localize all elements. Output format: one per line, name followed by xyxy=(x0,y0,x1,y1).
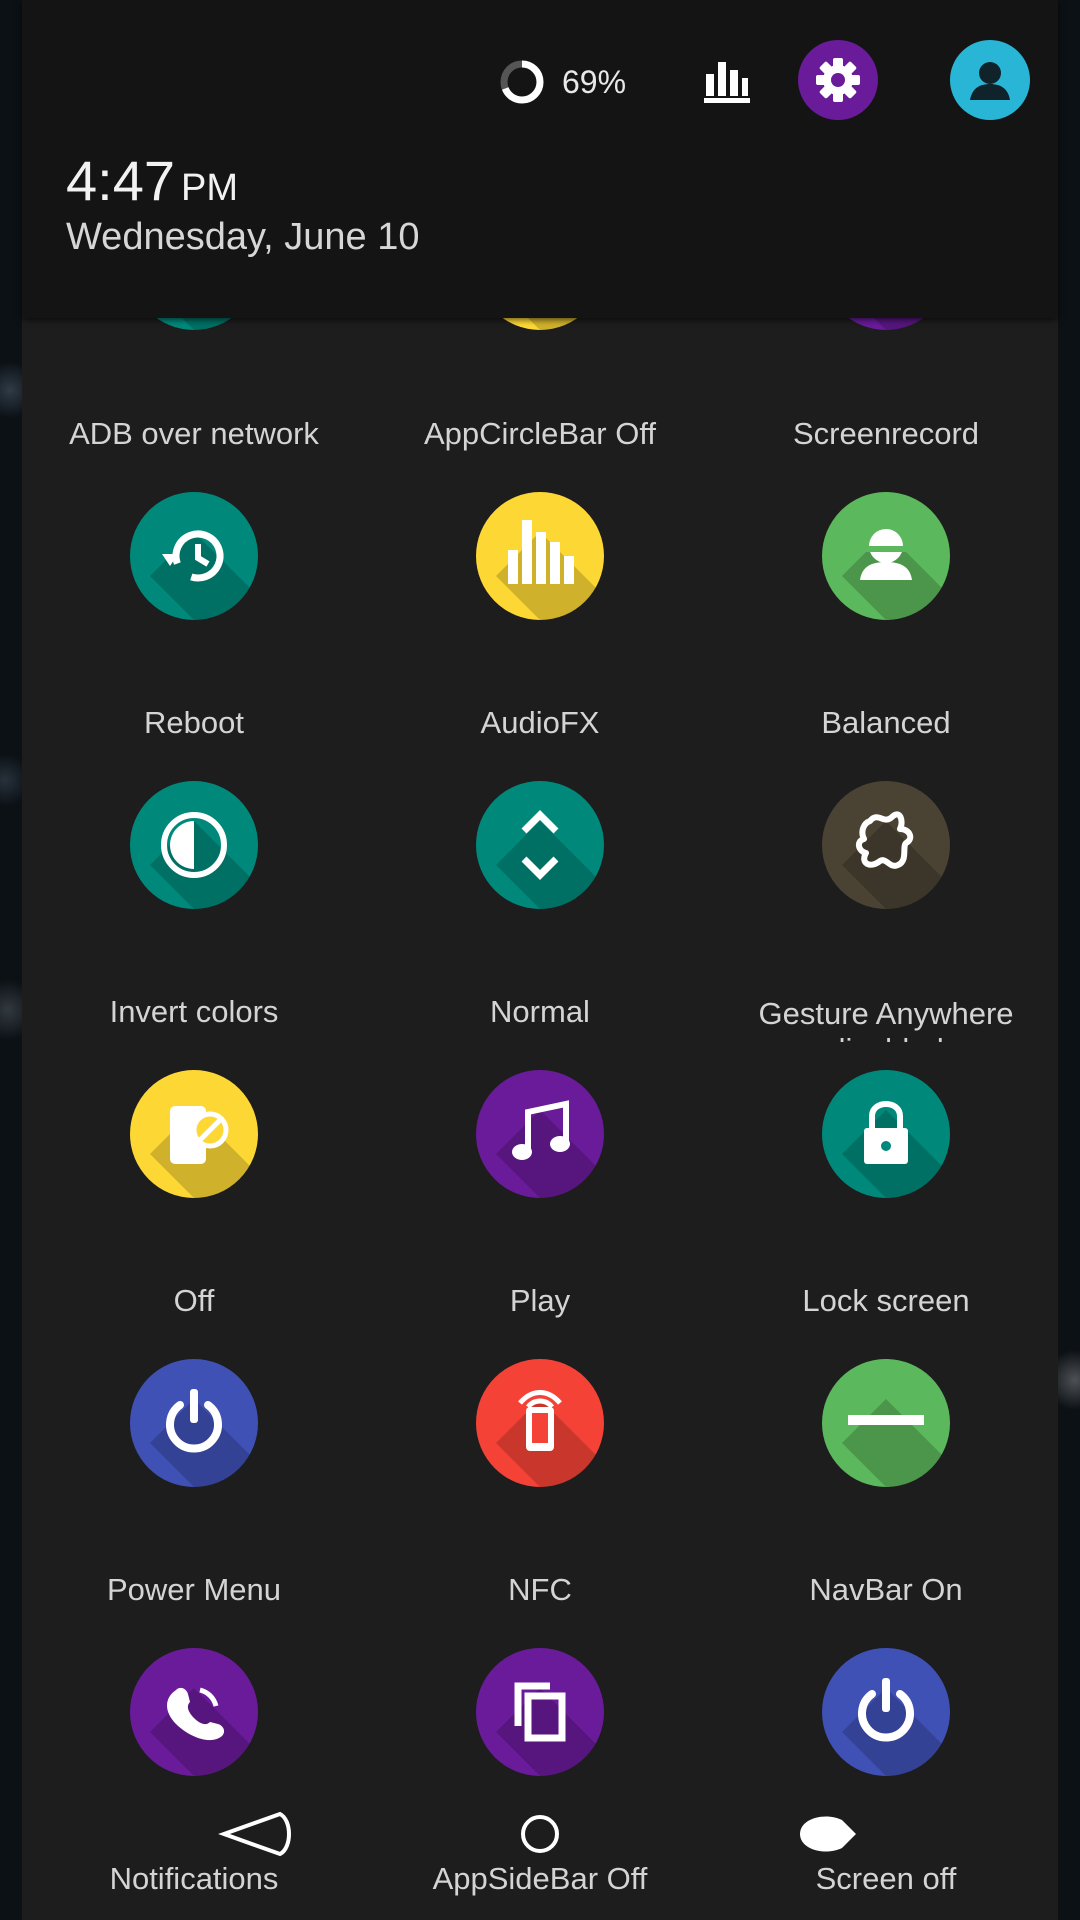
user-button[interactable] xyxy=(950,40,1030,120)
phone-icon xyxy=(167,1687,225,1741)
navbar-icon xyxy=(848,1415,924,1425)
tile-label: Power Menu xyxy=(106,1572,282,1607)
tile-label: AudioFX xyxy=(480,705,600,740)
stats-icon xyxy=(704,62,750,103)
lock-icon xyxy=(864,1101,908,1164)
tile-button[interactable] xyxy=(476,492,604,620)
tile-button[interactable] xyxy=(476,1070,604,1198)
tile-label: Invert colors xyxy=(109,994,279,1029)
stats-button[interactable] xyxy=(686,40,766,120)
date-label[interactable]: Wednesday, June 10 xyxy=(66,216,420,259)
nfc-icon xyxy=(518,1390,562,1451)
tile-button[interactable] xyxy=(822,1648,950,1776)
tile-label: Play xyxy=(509,1283,571,1318)
power-icon xyxy=(166,1389,222,1453)
clock[interactable]: 4:47 PM xyxy=(66,148,238,213)
tile-button[interactable] xyxy=(476,1648,604,1776)
tile-label: Lock screen xyxy=(802,1283,970,1318)
power-icon xyxy=(858,1678,914,1742)
equalizer-icon xyxy=(508,520,574,584)
expand-icon xyxy=(521,810,559,880)
invert-colors-icon xyxy=(161,812,227,878)
settings-icon xyxy=(816,58,860,102)
tile-label: ADB over network xyxy=(69,416,319,451)
clock-time: 4:47 xyxy=(66,149,175,212)
tile-label: Off xyxy=(173,1283,215,1318)
tile-button[interactable] xyxy=(130,1648,258,1776)
tile-button[interactable] xyxy=(130,1359,258,1487)
tile-label: AppCircleBar Off xyxy=(423,416,656,451)
copy-icon xyxy=(514,1682,566,1742)
battery-ring-icon xyxy=(500,60,544,104)
tile-label: Screenrecord xyxy=(792,416,980,451)
tile-button[interactable] xyxy=(822,492,950,620)
tile-button[interactable] xyxy=(130,781,258,909)
back-icon[interactable] xyxy=(218,1811,291,1857)
clock-ampm: PM xyxy=(181,167,238,209)
user-icon xyxy=(970,62,1010,100)
reboot-icon xyxy=(162,530,224,582)
tile-button[interactable] xyxy=(822,1359,950,1487)
tile-button[interactable] xyxy=(822,781,950,909)
profile-icon xyxy=(860,529,912,580)
tile-button[interactable] xyxy=(476,1359,604,1487)
tile-label: Normal xyxy=(490,994,590,1029)
navigation-bar xyxy=(218,1811,856,1857)
music-note-icon xyxy=(512,1100,570,1160)
tile-label: Gesture Anywhere disabled xyxy=(758,996,1014,1042)
tile-label: NFC xyxy=(508,1572,572,1607)
home-icon[interactable] xyxy=(521,1815,559,1853)
tile-label: NavBar On xyxy=(809,1572,963,1607)
battery-percent: 69% xyxy=(562,63,627,100)
gesture-icon xyxy=(856,811,914,869)
tile-button[interactable] xyxy=(130,492,258,620)
tile-button[interactable] xyxy=(130,1070,258,1198)
recents-icon[interactable] xyxy=(800,1816,856,1852)
settings-button[interactable] xyxy=(798,40,878,120)
tile-button[interactable] xyxy=(476,781,604,909)
tile-label: Balanced xyxy=(821,705,951,740)
battery-indicator[interactable]: 69% xyxy=(498,58,626,106)
status-header: 69% 4:47 PM Wednesday, June 10 xyxy=(22,0,1058,318)
rotation-lock-icon xyxy=(170,1106,229,1164)
tile-label: Reboot xyxy=(144,705,244,740)
tile-button[interactable] xyxy=(822,1070,950,1198)
